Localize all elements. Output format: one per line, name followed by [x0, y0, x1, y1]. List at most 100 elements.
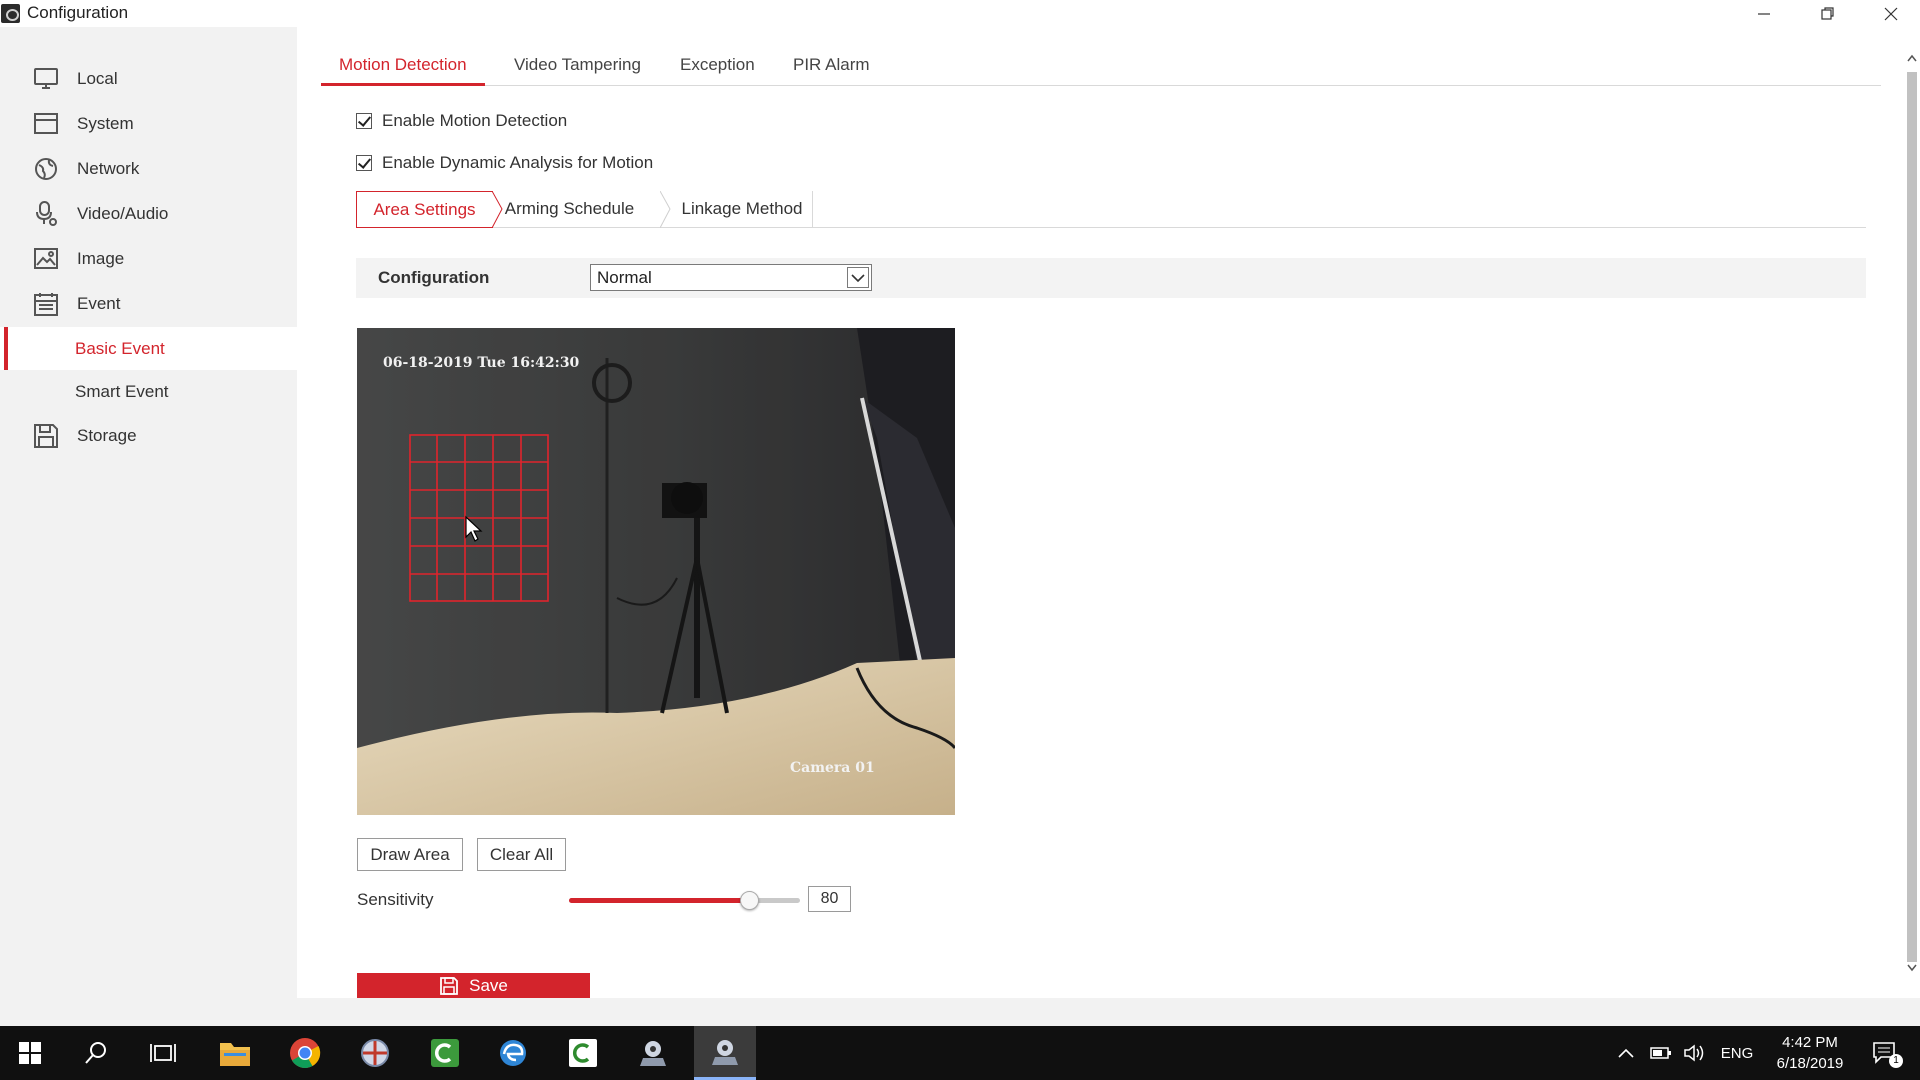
subtab-arming-schedule[interactable]: Arming Schedule: [504, 191, 635, 228]
windows-logo-icon: [19, 1042, 41, 1064]
sidebar-item-label: Basic Event: [75, 338, 165, 358]
battery-button[interactable]: [1649, 1026, 1673, 1080]
input-language[interactable]: ENG: [1717, 1026, 1757, 1080]
title-bar: Configuration: [0, 0, 1920, 27]
calendar-icon: [33, 291, 59, 317]
clear-all-button[interactable]: Clear All: [477, 838, 566, 871]
save-label: Save: [469, 975, 508, 995]
taskbar-edge[interactable]: [483, 1026, 543, 1080]
window-title: Configuration: [27, 3, 129, 22]
subtab-linkage-method[interactable]: Linkage Method: [672, 191, 813, 228]
sidebar-item-label: Local: [77, 69, 118, 88]
sidebar-item-local[interactable]: Local: [0, 57, 297, 101]
close-button[interactable]: [1862, 0, 1920, 27]
tab-pir-alarm[interactable]: PIR Alarm: [793, 46, 870, 86]
enable-dynamic-analysis-checkbox[interactable]: [356, 155, 372, 171]
draw-area-button[interactable]: Draw Area: [357, 838, 463, 871]
scroll-down-icon[interactable]: [1907, 964, 1917, 972]
taskbar-camtasia[interactable]: [553, 1026, 613, 1080]
sensitivity-value[interactable]: 80: [808, 886, 851, 912]
tab-exception[interactable]: Exception: [680, 46, 755, 86]
sub-tabs: Area Settings Arming Schedule Linkage Me…: [356, 191, 1866, 228]
notification-count-badge: 1: [1889, 1054, 1903, 1068]
sidebar-item-event[interactable]: Event: [0, 282, 297, 326]
vertical-scrollbar[interactable]: [1904, 44, 1920, 998]
taskbar-ivms[interactable]: [623, 1026, 683, 1080]
scroll-up-icon[interactable]: [1907, 54, 1917, 62]
clock[interactable]: 4:42 PM 6/18/2019: [1760, 1032, 1860, 1074]
mouse-pointer-icon: [465, 515, 483, 542]
sidebar-item-label: Event: [77, 294, 121, 313]
configuration-select[interactable]: Normal: [590, 264, 872, 291]
taskbar: ENG 4:42 PM 6/18/2019 1: [0, 1026, 1920, 1080]
image-icon: [33, 246, 59, 272]
clock-date: 6/18/2019: [1776, 1055, 1844, 1072]
start-button[interactable]: [0, 1026, 60, 1080]
volume-button[interactable]: [1683, 1026, 1707, 1080]
bottom-band: [0, 998, 1920, 1026]
slider-handle[interactable]: [740, 891, 760, 910]
folder-icon: [220, 1043, 250, 1066]
globe-icon: [33, 156, 59, 182]
video-camera-name: Camera 01: [790, 760, 875, 776]
enable-motion-detection-label: Enable Motion Detection: [382, 111, 568, 130]
action-center-button[interactable]: 1: [1868, 1026, 1903, 1080]
camtasia-recorder-icon: [431, 1039, 459, 1067]
sidebar-item-label: Image: [77, 249, 125, 268]
sidebar-item-label: Network: [77, 159, 140, 178]
sidebar: Local System Network Video/Audio Image E…: [0, 27, 297, 998]
chrome-icon: [290, 1038, 321, 1069]
taskbar-app-globe[interactable]: [345, 1026, 405, 1080]
chevron-right-icon: [660, 191, 671, 228]
chevron-right-icon: [492, 191, 503, 228]
camera-app-icon: [640, 1041, 666, 1066]
taskbar-camtasia-recorder[interactable]: [415, 1026, 475, 1080]
minimize-icon: [1758, 12, 1770, 15]
search-button[interactable]: [66, 1026, 126, 1080]
save-button[interactable]: Save: [357, 973, 590, 998]
sidebar-item-storage[interactable]: Storage: [0, 414, 297, 458]
configuration-label: Configuration: [378, 268, 490, 287]
chevron-up-icon: [1618, 1048, 1634, 1058]
system-icon: [33, 111, 59, 137]
taskbar-configuration-app[interactable]: [694, 1026, 756, 1080]
enable-dynamic-analysis-label: Enable Dynamic Analysis for Motion: [382, 153, 654, 172]
enable-motion-detection-option[interactable]: Enable Motion Detection: [356, 110, 567, 132]
task-view-button[interactable]: [133, 1026, 193, 1080]
sidebar-item-network[interactable]: Network: [0, 147, 297, 191]
restore-icon: [1821, 6, 1834, 20]
slider-fill: [569, 898, 750, 903]
taskbar-chrome[interactable]: [275, 1026, 335, 1080]
camtasia-icon: [569, 1039, 597, 1067]
battery-icon: [1650, 1047, 1671, 1059]
browser-icon: [500, 1040, 526, 1066]
storage-icon: [33, 423, 59, 449]
enable-dynamic-analysis-option[interactable]: Enable Dynamic Analysis for Motion: [356, 152, 653, 174]
sidebar-item-basic-event[interactable]: Basic Event: [0, 327, 297, 370]
scrollbar-thumb[interactable]: [1907, 72, 1917, 962]
enable-motion-detection-checkbox[interactable]: [356, 113, 372, 129]
tab-video-tampering[interactable]: Video Tampering: [514, 46, 641, 86]
video-timestamp: 06-18-2019 Tue 16:42:30: [383, 355, 580, 371]
configuration-select-value: Normal: [597, 268, 652, 287]
taskbar-file-explorer[interactable]: [205, 1026, 265, 1080]
configuration-row: Configuration Normal: [356, 258, 1866, 298]
sidebar-item-image[interactable]: Image: [0, 237, 297, 281]
sensitivity-slider[interactable]: [569, 888, 800, 912]
subtab-area-settings[interactable]: Area Settings: [356, 191, 493, 228]
show-hidden-icons-button[interactable]: [1615, 1026, 1637, 1080]
chevron-down-icon[interactable]: [847, 267, 869, 288]
app-icon: [1, 4, 20, 23]
sidebar-item-label: Video/Audio: [77, 204, 169, 223]
minimize-button[interactable]: [1735, 0, 1793, 27]
sidebar-item-system[interactable]: System: [0, 102, 297, 146]
restore-button[interactable]: [1799, 0, 1857, 27]
tab-motion-detection[interactable]: Motion Detection: [321, 46, 485, 86]
main-tabs: Motion Detection Video Tampering Excepti…: [321, 46, 1881, 86]
video-preview[interactable]: 06-18-2019 Tue 16:42:30 Camera 01: [357, 328, 955, 815]
sidebar-item-video-audio[interactable]: Video/Audio: [0, 192, 297, 236]
sidebar-item-label: System: [77, 114, 134, 133]
sidebar-item-smart-event[interactable]: Smart Event: [0, 370, 297, 413]
clock-time: 4:42 PM: [1782, 1034, 1838, 1051]
task-view-icon: [150, 1044, 176, 1062]
